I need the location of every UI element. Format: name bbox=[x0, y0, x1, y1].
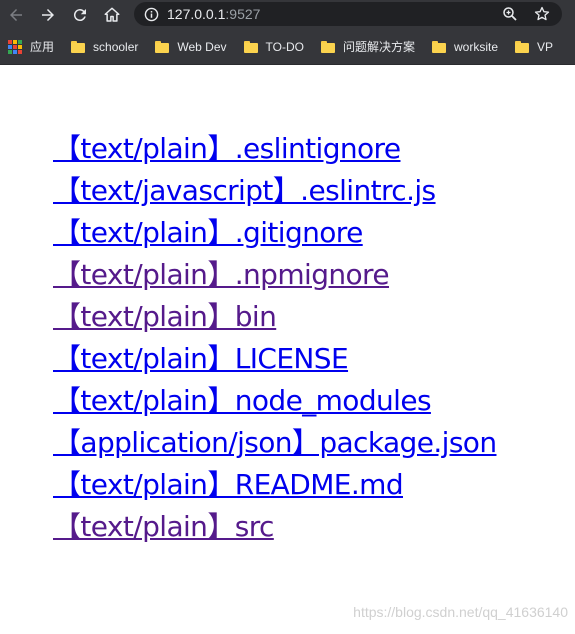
file-link-bin[interactable]: 【text/plain】bin bbox=[53, 300, 277, 333]
arrow-left-icon bbox=[10, 8, 22, 21]
list-item: 【text/plain】node_modules bbox=[53, 380, 496, 422]
list-item: 【text/plain】.npmignore bbox=[53, 254, 496, 296]
file-link-eslintrc[interactable]: 【text/javascript】.eslintrc.js bbox=[53, 174, 436, 207]
watermark: https://blog.csdn.net/qq_41636140 bbox=[353, 604, 568, 620]
file-link-node-modules[interactable]: 【text/plain】node_modules bbox=[53, 384, 432, 417]
list-item: 【text/javascript】.eslintrc.js bbox=[53, 170, 496, 212]
arrow-right-icon bbox=[42, 8, 54, 21]
bookmark-label: TO-DO bbox=[265, 39, 304, 54]
list-item: 【text/plain】.gitignore bbox=[53, 212, 496, 254]
folder-icon bbox=[243, 40, 258, 53]
bookmark-label: Web Dev bbox=[177, 39, 227, 54]
url-text: 127.0.0.1:9527 bbox=[167, 6, 260, 22]
folder-icon bbox=[431, 40, 446, 53]
file-link-npmignore[interactable]: 【text/plain】.npmignore bbox=[53, 258, 390, 291]
bookmark-apps[interactable]: 应用 bbox=[0, 34, 63, 60]
file-link-readme[interactable]: 【text/plain】README.md bbox=[53, 468, 404, 501]
bookmark-folder-worksite[interactable]: worksite bbox=[424, 34, 507, 60]
info-icon[interactable] bbox=[143, 6, 159, 22]
file-link-eslintignore[interactable]: 【text/plain】.eslintignore bbox=[53, 132, 401, 165]
file-link-package-json[interactable]: 【application/json】package.json bbox=[53, 426, 497, 459]
bookmark-folder-schooler[interactable]: schooler bbox=[63, 34, 147, 60]
file-listing: 【text/plain】.eslintignore 【text/javascri… bbox=[53, 128, 497, 548]
bookmark-folder-web-dev[interactable]: Web Dev bbox=[147, 34, 235, 60]
list-item: 【text/plain】.eslintignore bbox=[53, 128, 496, 170]
apps-icon bbox=[8, 39, 22, 54]
list-item: 【text/plain】LICENSE bbox=[53, 338, 496, 380]
file-link-src[interactable]: 【text/plain】src bbox=[53, 510, 274, 543]
bookmarks-bar: 应用 schooler Web Dev TO-DO 问题解决方案 worksit… bbox=[0, 29, 575, 65]
home-icon bbox=[104, 7, 120, 22]
list-item: 【text/plain】README.md bbox=[53, 464, 496, 506]
list-item: 【text/plain】bin bbox=[53, 296, 496, 338]
browser-toolbar: 127.0.0.1:9527 bbox=[0, 0, 575, 29]
file-link-license[interactable]: 【text/plain】LICENSE bbox=[53, 342, 349, 375]
bookmark-folder-solutions[interactable]: 问题解决方案 bbox=[313, 34, 424, 60]
bookmark-folder-vp[interactable]: VP bbox=[507, 34, 562, 60]
file-link-gitignore[interactable]: 【text/plain】.gitignore bbox=[53, 216, 363, 249]
bookmark-label: 应用 bbox=[30, 40, 55, 54]
home-button[interactable] bbox=[100, 3, 124, 27]
star-icon[interactable] bbox=[534, 6, 550, 22]
bookmark-label: 问题解决方案 bbox=[342, 40, 415, 54]
folder-icon bbox=[71, 40, 86, 53]
folder-icon bbox=[320, 40, 335, 53]
bookmark-label: schooler bbox=[93, 39, 139, 54]
forward-button[interactable] bbox=[36, 3, 60, 27]
url-host: 127.0.0.1 bbox=[167, 6, 226, 22]
zoom-icon[interactable] bbox=[502, 6, 518, 22]
bookmark-label: worksite bbox=[453, 39, 498, 54]
reload-icon bbox=[73, 8, 86, 21]
reload-button[interactable] bbox=[68, 3, 92, 27]
list-item: 【application/json】package.json bbox=[53, 422, 497, 464]
back-button[interactable] bbox=[4, 3, 28, 27]
folder-icon bbox=[515, 40, 529, 53]
url-port: :9527 bbox=[225, 6, 261, 22]
bookmark-label: VP bbox=[537, 39, 554, 54]
bookmark-folder-to-do[interactable]: TO-DO bbox=[236, 34, 313, 60]
list-item: 【text/plain】src bbox=[53, 506, 496, 548]
folder-icon bbox=[155, 40, 170, 53]
address-bar[interactable]: 127.0.0.1:9527 bbox=[134, 2, 562, 26]
